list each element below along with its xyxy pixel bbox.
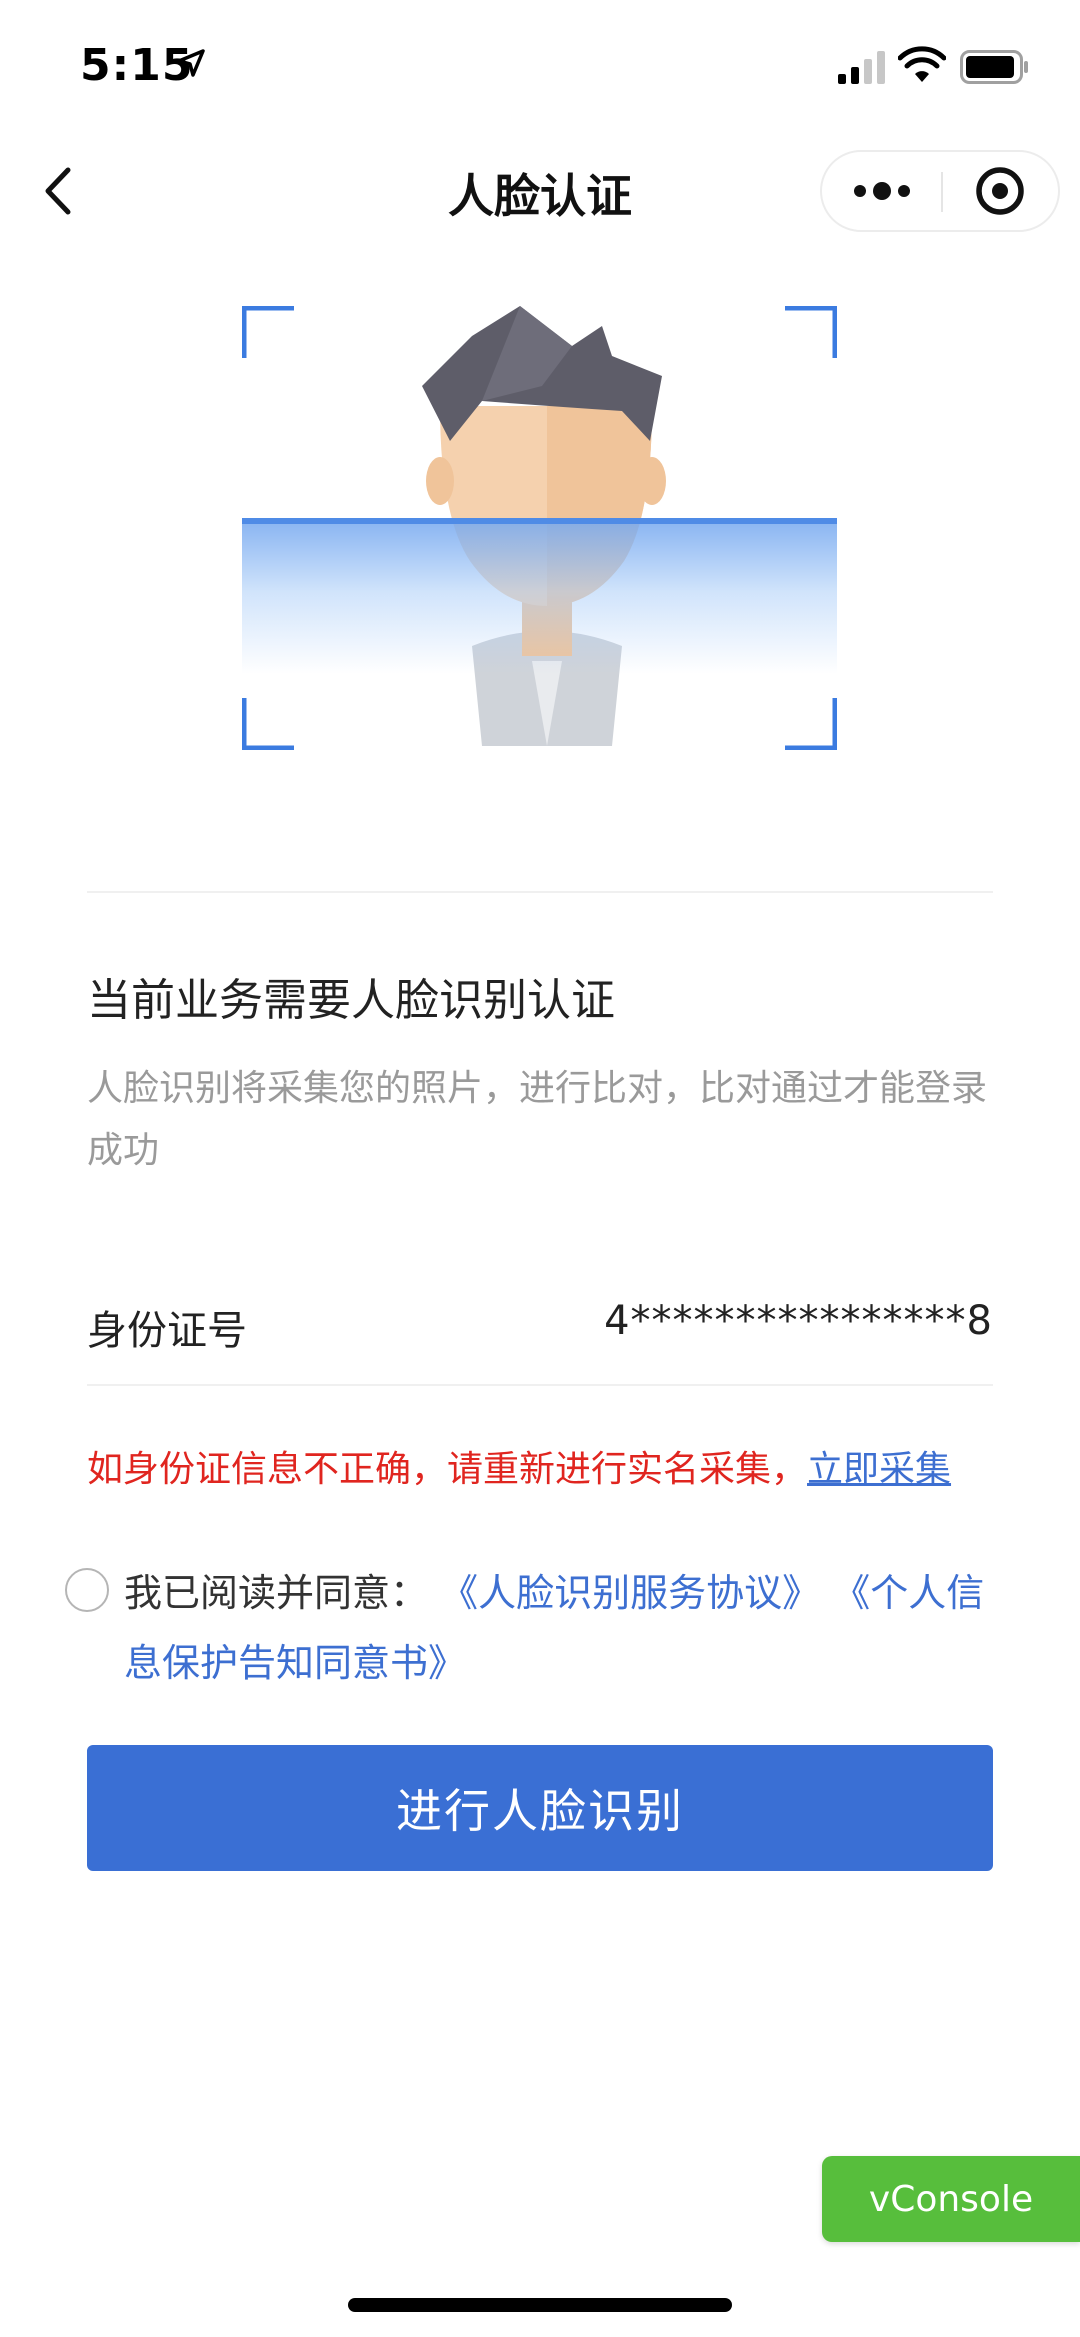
battery-icon [960, 50, 1028, 84]
id-warning: 如身份证信息不正确，请重新进行实名采集，立即采集 [87, 1440, 951, 1492]
target-close-icon [976, 167, 1024, 215]
chevron-left-icon [45, 167, 71, 215]
back-button[interactable] [30, 156, 90, 226]
location-arrow-icon [177, 49, 205, 77]
agreement-checkbox[interactable] [65, 1568, 109, 1612]
start-face-recognition-button[interactable]: 进行人脸识别 [87, 1745, 993, 1871]
signal-icon [838, 51, 885, 84]
agreement-prefix: 我已阅读并同意： [124, 1571, 429, 1615]
divider [87, 1384, 993, 1386]
mini-program-capsule [820, 150, 1060, 232]
close-button[interactable] [943, 152, 1058, 230]
scan-gradient [242, 524, 837, 674]
id-number-label: 身份证号 [87, 1308, 247, 1354]
vconsole-button[interactable]: vConsole [822, 2156, 1080, 2242]
section-heading: 当前业务需要人脸识别认证 [87, 975, 615, 1026]
wifi-icon [898, 46, 946, 82]
agreement-text: 我已阅读并同意： 《人脸识别服务协议》 《个人信息保护告知同意书》 [124, 1558, 994, 1698]
id-warning-text: 如身份证信息不正确，请重新进行实名采集， [87, 1449, 808, 1490]
home-indicator [348, 2298, 732, 2312]
divider [87, 891, 993, 893]
face-service-agreement-link[interactable]: 《人脸识别服务协议》 [440, 1571, 820, 1615]
more-dots-icon [854, 182, 910, 200]
more-button[interactable] [822, 152, 941, 230]
section-description: 人脸识别将采集您的照片，进行比对，比对通过才能登录成功 [87, 1068, 988, 1171]
recollect-link[interactable]: 立即采集 [807, 1449, 951, 1490]
id-number-value: 4****************8 [604, 1298, 993, 1344]
